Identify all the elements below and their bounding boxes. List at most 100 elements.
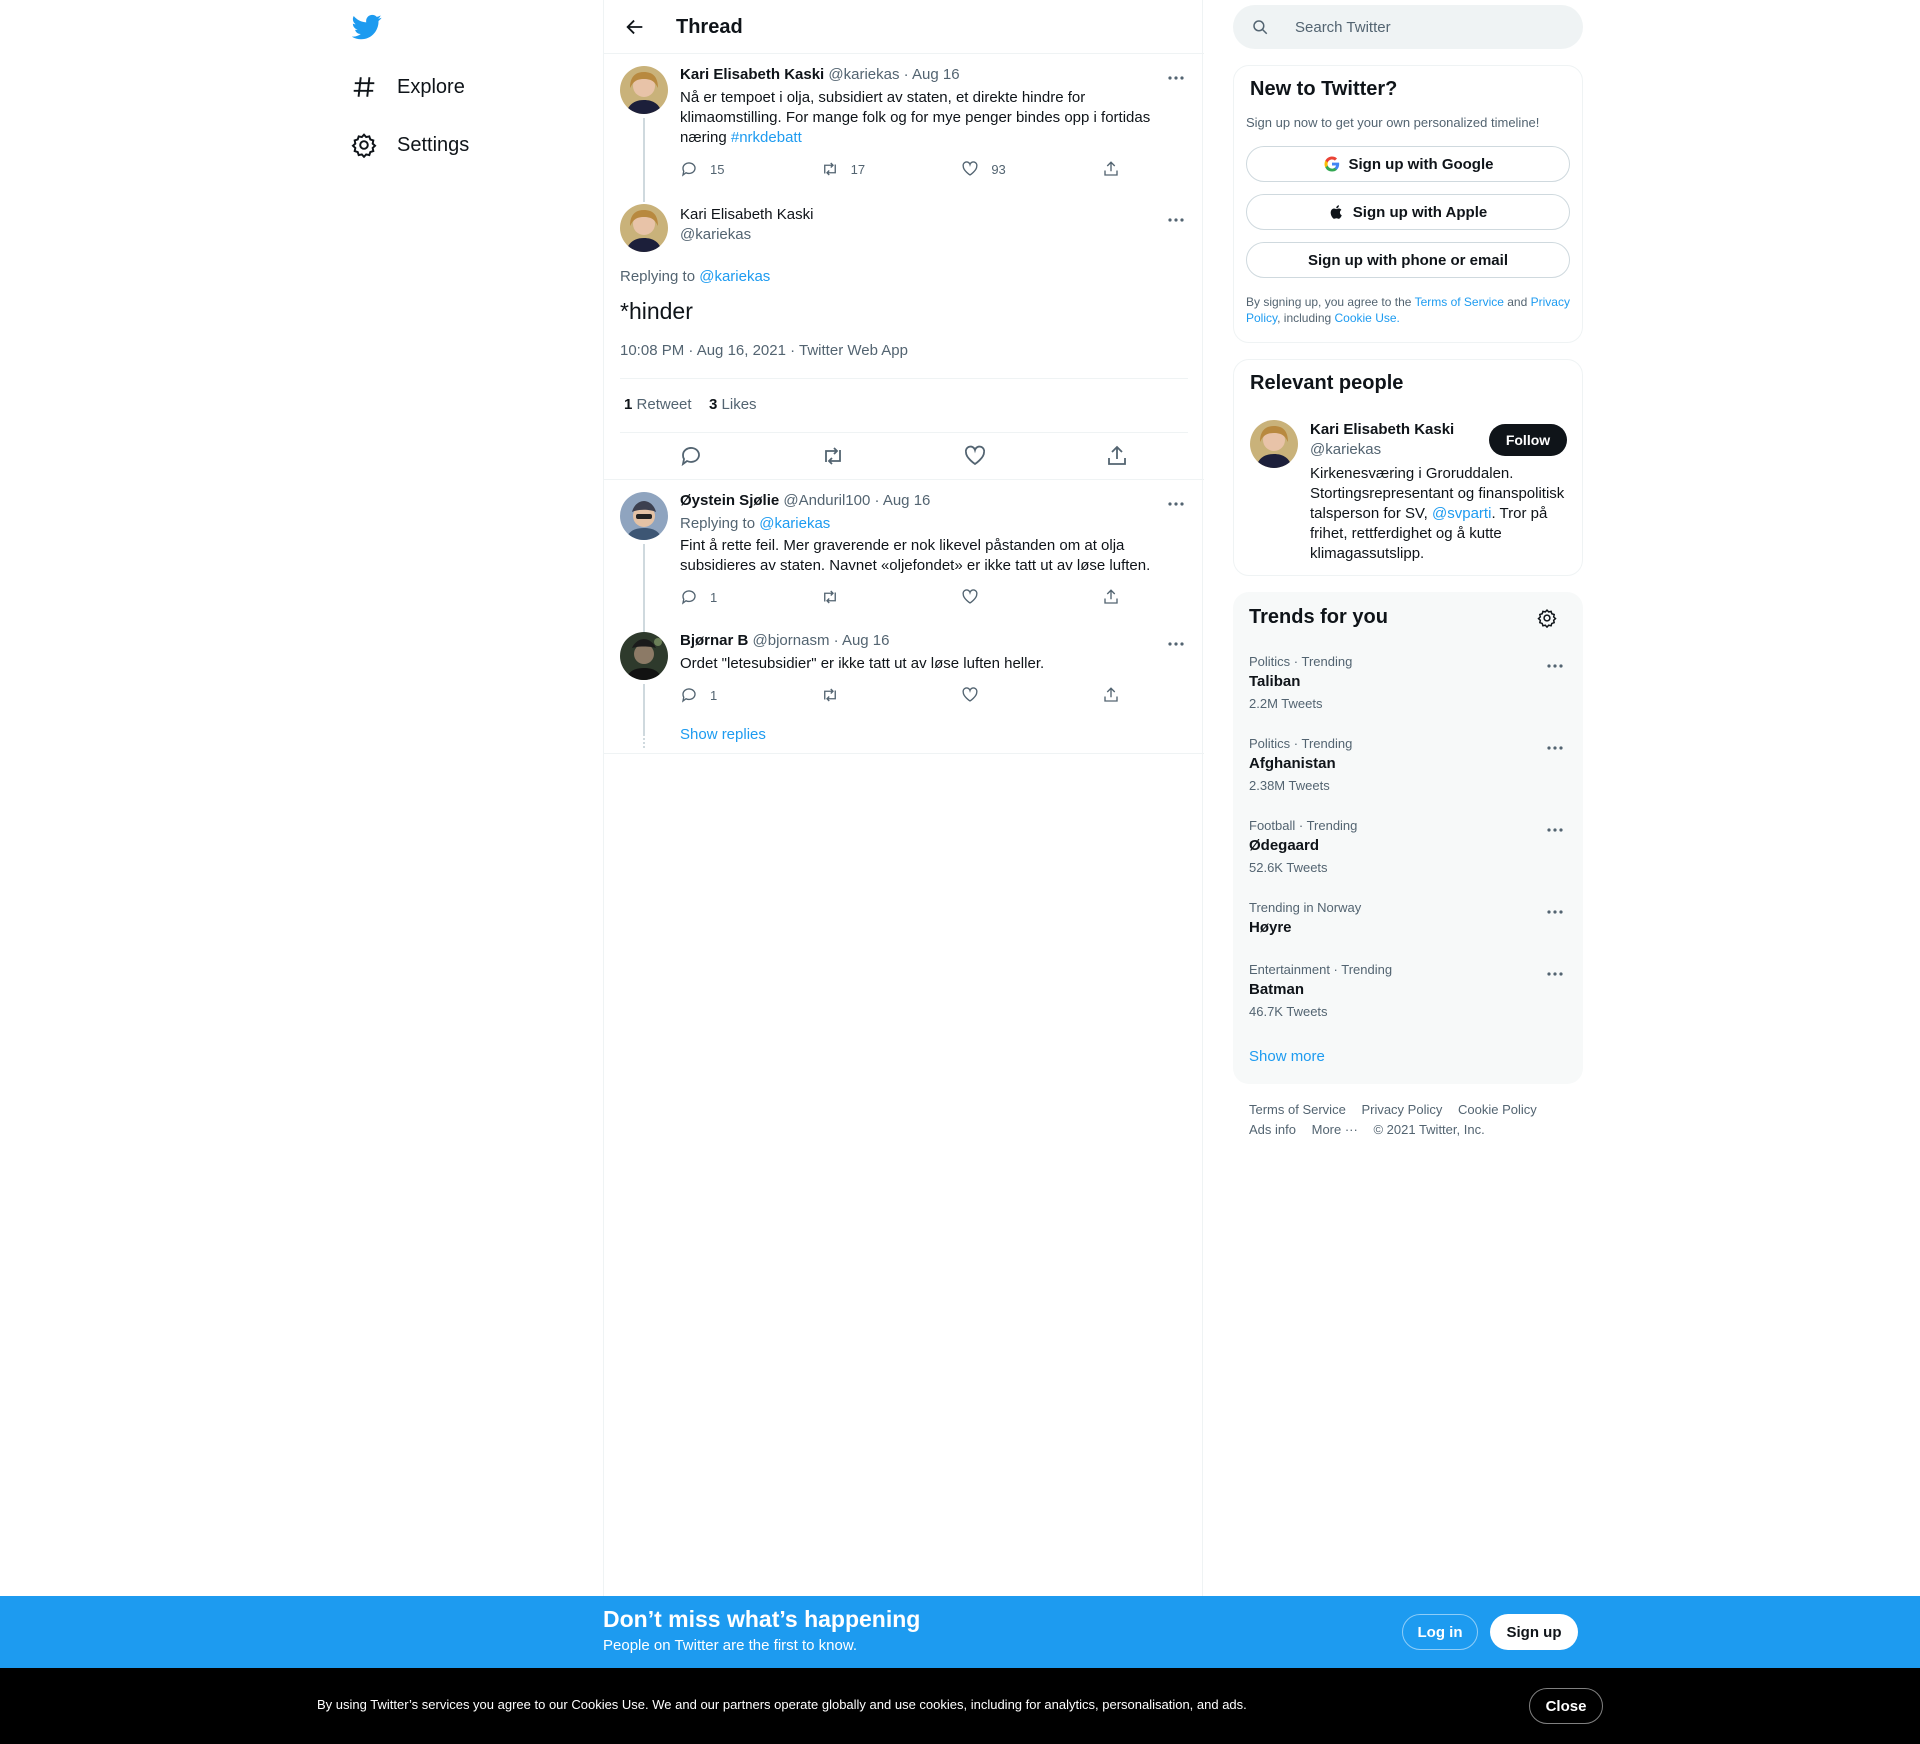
more-options-icon[interactable] — [1545, 656, 1565, 676]
share-button[interactable] — [1102, 686, 1120, 704]
more-options-icon[interactable] — [1545, 738, 1565, 758]
cookie-link[interactable]: Cookie Use. — [1335, 311, 1400, 325]
footer-privacy-link[interactable]: Privacy Policy — [1361, 1102, 1442, 1117]
trend-name: Taliban — [1249, 673, 1301, 690]
reply-icon — [681, 688, 696, 703]
signup-legal: By signing up, you agree to the Terms of… — [1246, 295, 1570, 325]
like-button[interactable]: 93 — [961, 160, 1071, 178]
tweet-focused: Kari Elisabeth Kaski @kariekas Replying … — [604, 194, 1204, 480]
footer-more-link[interactable]: More ··· — [1312, 1122, 1358, 1137]
like-button[interactable] — [961, 686, 1071, 704]
share-icon — [1104, 687, 1118, 702]
trend-meta: Politics · Trending — [1249, 654, 1353, 669]
gear-icon[interactable] — [1537, 608, 1557, 628]
retweet-button[interactable]: 17 — [821, 160, 931, 178]
avatar[interactable] — [620, 492, 668, 540]
tweet-timestamp[interactable]: 10:08 PM · Aug 16, 2021 · Twitter Web Ap… — [620, 342, 908, 359]
more-options-icon[interactable] — [1545, 902, 1565, 922]
retweet-icon[interactable] — [821, 444, 845, 468]
trend-item[interactable]: Politics · Trending Taliban 2.2M Tweets — [1249, 654, 1569, 711]
nav-settings[interactable]: Settings — [351, 125, 469, 165]
reply-icon — [681, 590, 696, 605]
tweet-reply[interactable]: Øystein Sjølie @Anduril100 · Aug 16 Repl… — [604, 480, 1204, 634]
more-options-icon[interactable] — [1545, 964, 1565, 984]
mention-link[interactable]: @kariekas — [699, 268, 770, 285]
avatar[interactable] — [620, 204, 668, 252]
show-replies-link[interactable]: Show replies — [680, 726, 766, 743]
more-options-icon[interactable] — [1166, 210, 1186, 230]
footer-terms-link[interactable]: Terms of Service — [1249, 1102, 1346, 1117]
avatar[interactable] — [620, 66, 668, 114]
author-handle[interactable]: @Anduril100 — [783, 492, 870, 509]
share-icon[interactable] — [1105, 444, 1129, 468]
retweet-button[interactable] — [821, 686, 931, 704]
footer-cookie-link[interactable]: Cookie Policy — [1458, 1102, 1537, 1117]
author-handle[interactable]: @kariekas — [828, 66, 899, 83]
like-stat[interactable]: 3 Likes — [709, 396, 757, 413]
footer-ads-link[interactable]: Ads info — [1249, 1122, 1296, 1137]
author-handle[interactable]: @bjornasm — [753, 632, 830, 649]
gear-icon — [351, 133, 377, 158]
signup-apple-button[interactable]: Sign up with Apple — [1246, 194, 1570, 230]
avatar[interactable] — [1250, 420, 1298, 468]
avatar[interactable] — [620, 632, 668, 680]
twitter-logo-icon[interactable] — [352, 12, 382, 42]
replying-to: Replying to @kariekas — [680, 515, 831, 532]
trend-name: Batman — [1249, 981, 1305, 998]
trend-name: Afghanistan — [1249, 755, 1336, 772]
tweet-reply[interactable]: Bjørnar B @bjornasm · Aug 16 Ordet "lete… — [604, 620, 1204, 736]
author-name[interactable]: Øystein Sjølie — [680, 492, 779, 509]
reply-button[interactable]: 15 — [680, 160, 790, 178]
login-button[interactable]: Log in — [1402, 1614, 1478, 1650]
search-input[interactable]: Search Twitter — [1295, 19, 1391, 36]
trends-title: Trends for you — [1249, 606, 1388, 628]
trend-meta: Trending in Norway — [1249, 900, 1362, 915]
show-more-link[interactable]: Show more — [1249, 1048, 1325, 1065]
reply-icon[interactable] — [679, 444, 703, 468]
more-options-icon[interactable] — [1545, 820, 1565, 840]
trend-count: 2.2M Tweets — [1249, 696, 1323, 711]
like-button[interactable] — [961, 588, 1071, 606]
hashtag-link[interactable]: #nrkdebatt — [731, 129, 802, 146]
trend-item[interactable]: Football · Trending Ødegaard 52.6K Tweet… — [1249, 818, 1569, 875]
back-arrow-icon[interactable] — [624, 16, 646, 38]
share-button[interactable] — [1102, 160, 1120, 178]
close-button[interactable]: Close — [1529, 1688, 1603, 1724]
tweet-parent[interactable]: Kari Elisabeth Kaski @kariekas · Aug 16 … — [604, 54, 1204, 202]
signup-button[interactable]: Sign up — [1490, 1614, 1578, 1650]
author-name[interactable]: Kari Elisabeth Kaski — [680, 66, 824, 83]
mention-link[interactable]: @kariekas — [759, 515, 830, 532]
page-title: Thread — [676, 16, 743, 38]
tweet-date[interactable]: · Aug 16 — [834, 632, 890, 649]
person-handle[interactable]: @kariekas — [1310, 441, 1381, 458]
mention-link[interactable]: @svparti — [1432, 505, 1491, 522]
show-replies-row[interactable]: Show replies — [604, 720, 1204, 754]
more-options-icon[interactable] — [1166, 634, 1186, 654]
trend-item[interactable]: Entertainment · Trending Batman 46.7K Tw… — [1249, 962, 1569, 1019]
more-options-icon[interactable] — [1166, 68, 1186, 88]
follow-button[interactable]: Follow — [1489, 424, 1567, 456]
nav-explore[interactable]: Explore — [351, 67, 465, 107]
author-name[interactable]: Kari Elisabeth Kaski — [680, 206, 813, 223]
tos-link[interactable]: Terms of Service — [1415, 295, 1504, 309]
more-options-icon[interactable] — [1166, 494, 1186, 514]
search-box[interactable]: Search Twitter — [1233, 5, 1583, 49]
heart-icon — [962, 589, 978, 604]
share-button[interactable] — [1102, 588, 1120, 606]
trend-meta: Entertainment · Trending — [1249, 962, 1393, 977]
retweet-button[interactable] — [821, 588, 931, 606]
author-name[interactable]: Bjørnar B — [680, 632, 748, 649]
trend-item[interactable]: Trending in Norway Høyre — [1249, 900, 1569, 936]
tweet-date[interactable]: · Aug 16 — [875, 492, 931, 509]
retweet-stat[interactable]: 1 Retweet — [624, 396, 692, 413]
trend-name: Høyre — [1249, 919, 1292, 936]
signup-google-button[interactable]: Sign up with Google — [1246, 146, 1570, 182]
signup-phone-button[interactable]: Sign up with phone or email — [1246, 242, 1570, 278]
reply-button[interactable]: 1 — [680, 686, 790, 704]
tweet-date[interactable]: · Aug 16 — [904, 66, 960, 83]
author-handle[interactable]: @kariekas — [680, 226, 751, 243]
heart-icon[interactable] — [963, 444, 987, 468]
person-name[interactable]: Kari Elisabeth Kaski — [1310, 421, 1454, 438]
reply-button[interactable]: 1 — [680, 588, 790, 606]
trend-item[interactable]: Politics · Trending Afghanistan 2.38M Tw… — [1249, 736, 1569, 793]
